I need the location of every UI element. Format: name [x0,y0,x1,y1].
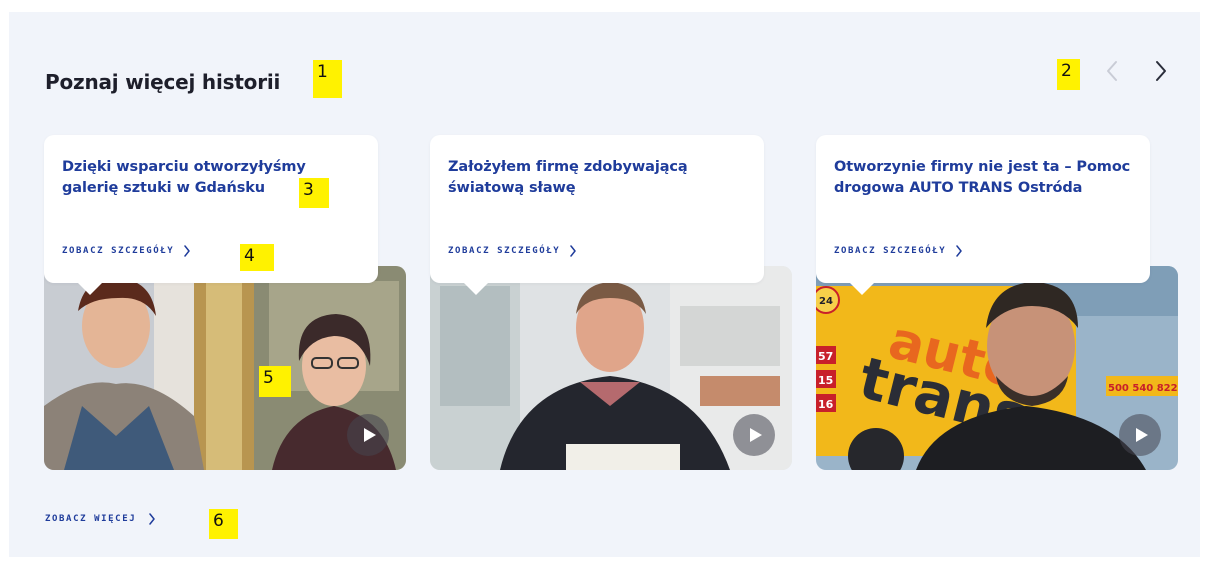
see-details-label[interactable]: ZOBACZ SZCZEGÓŁY [62,246,174,256]
chevron-right-icon [1156,61,1166,81]
truck-number: 16 [818,398,834,411]
carousel-next-button[interactable] [1148,56,1174,86]
see-details-label[interactable]: ZOBACZ SZCZEGÓŁY [448,246,560,256]
chevron-right-icon [149,513,155,525]
story-video-thumbnail[interactable]: 57 15 16 24 auto trans 500 540 822 [816,266,1178,470]
annotation-marker-5: 5 [259,366,291,397]
story-video-thumbnail[interactable] [430,266,792,470]
play-button[interactable] [347,414,389,456]
annotation-marker-2: 2 [1057,59,1080,90]
story-card-content: Dzięki wsparciu otworzyłyśmy galerię szt… [44,135,378,295]
annotation-marker-3: 3 [299,178,329,208]
see-more-label[interactable]: ZOBACZ WIĘCEJ [45,514,136,524]
story-title[interactable]: Otworzynie firmy nie jest ta – Pomoc dro… [834,157,1132,198]
story-card[interactable]: Założyłem firmę zdobywającą światową sła… [430,135,792,470]
play-icon [363,428,376,442]
story-video-thumbnail[interactable] [44,266,406,470]
play-icon [1135,428,1148,442]
story-card[interactable]: Dzięki wsparciu otworzyłyśmy galerię szt… [44,135,406,470]
play-button[interactable] [1119,414,1161,456]
story-card[interactable]: 57 15 16 24 auto trans 500 540 822 Otwor… [816,135,1178,470]
section-title: Poznaj więcej historii [45,70,281,94]
see-more-link[interactable]: ZOBACZ WIĘCEJ [45,513,156,525]
carousel-prev-button[interactable] [1099,56,1125,86]
story-card-content: Założyłem firmę zdobywającą światową sła… [430,135,764,295]
story-title[interactable]: Założyłem firmę zdobywającą światową sła… [448,157,746,198]
annotation-marker-4: 4 [240,244,274,271]
truck-badge: 24 [819,296,833,307]
see-details-link[interactable]: ZOBACZ SZCZEGÓŁY [62,245,191,257]
see-details-link[interactable]: ZOBACZ SZCZEGÓŁY [834,245,963,257]
chevron-right-icon [184,245,191,257]
truck-phone: 500 540 822 [1108,383,1178,394]
chevron-left-icon [1107,61,1117,81]
annotation-marker-1: 1 [313,60,342,98]
truck-number: 57 [818,350,833,363]
see-details-link[interactable]: ZOBACZ SZCZEGÓŁY [448,245,577,257]
play-icon [749,428,762,442]
chevron-right-icon [956,245,963,257]
see-details-label[interactable]: ZOBACZ SZCZEGÓŁY [834,246,946,256]
annotation-marker-6: 6 [209,509,238,539]
story-card-content: Otworzynie firmy nie jest ta – Pomoc dro… [816,135,1150,295]
truck-number: 15 [818,374,833,387]
chevron-right-icon [570,245,577,257]
play-button[interactable] [733,414,775,456]
